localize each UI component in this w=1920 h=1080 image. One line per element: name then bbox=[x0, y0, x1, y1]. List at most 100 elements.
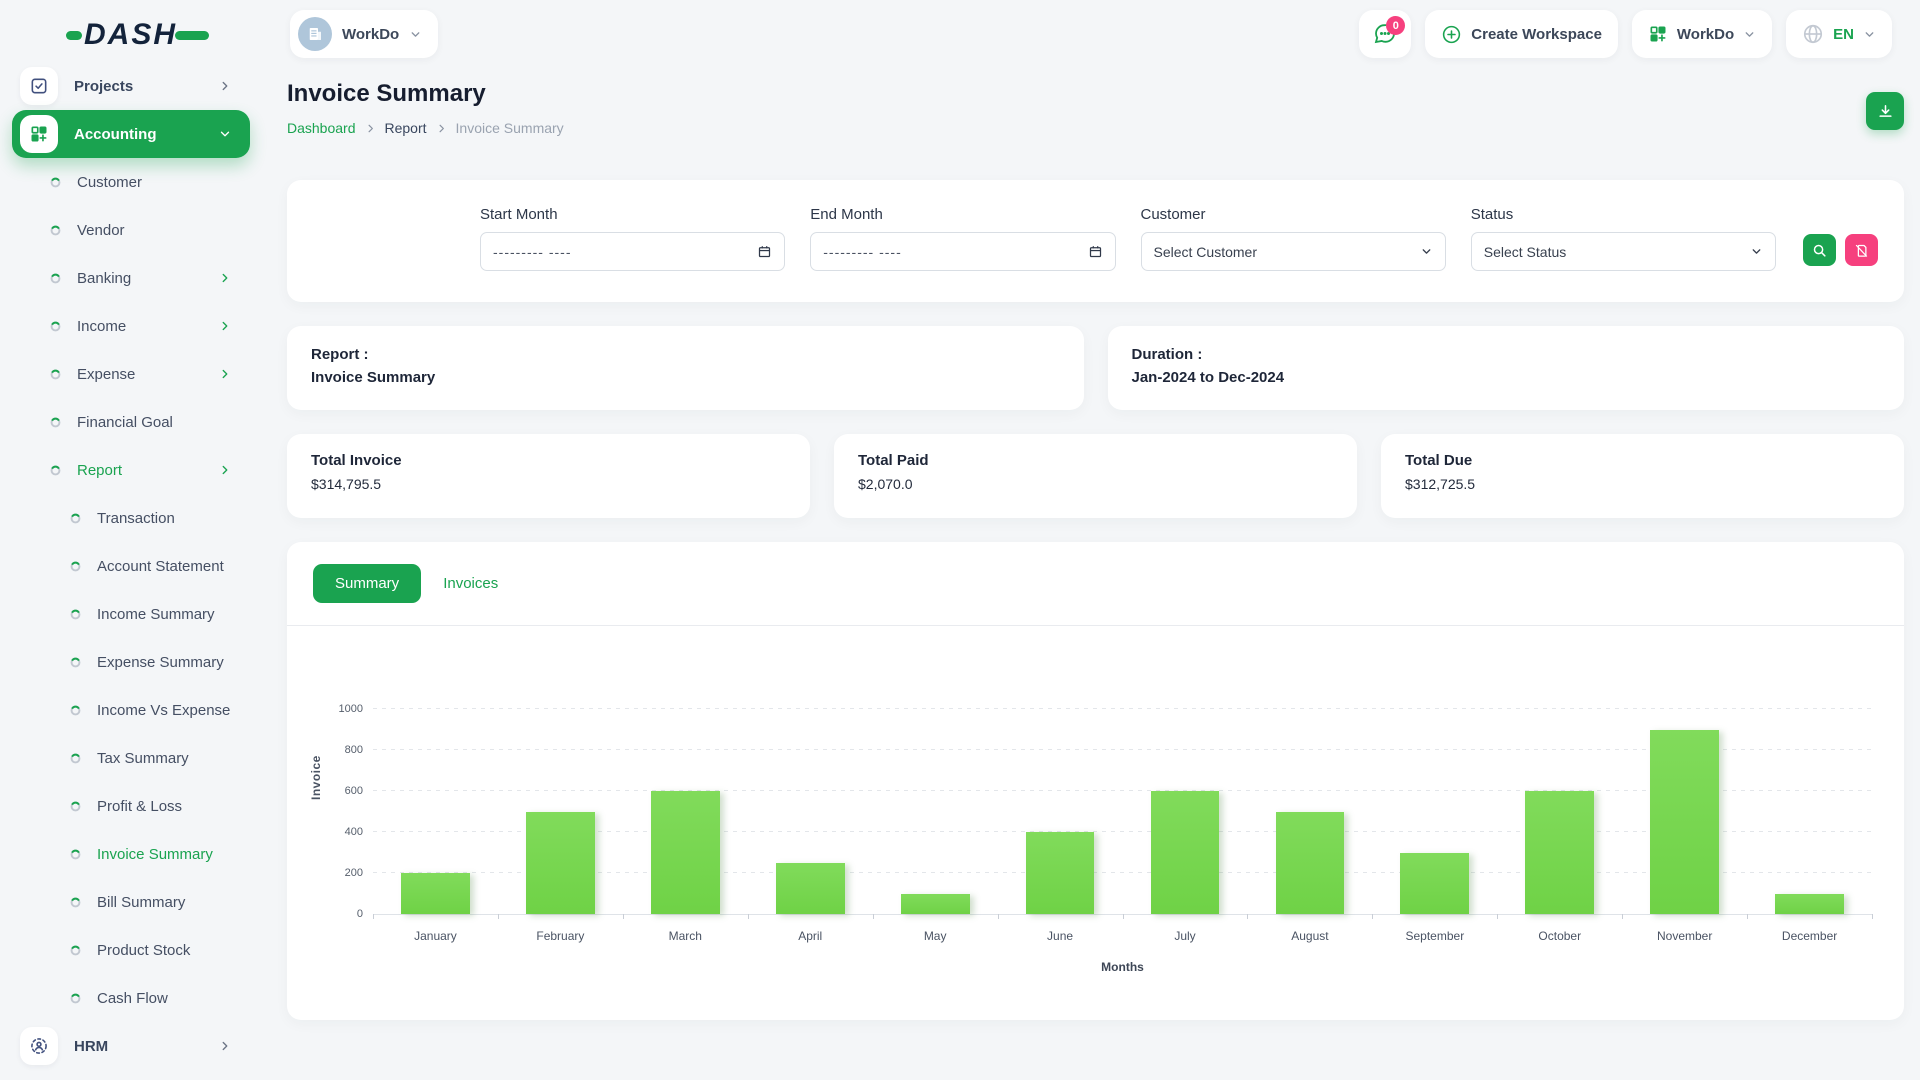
end-month-input[interactable]: --------- ---- bbox=[810, 232, 1115, 271]
y-tick-label-800: 800 bbox=[345, 744, 363, 756]
tab-invoices[interactable]: Invoices bbox=[443, 575, 498, 592]
duration-value: Jan-2024 to Dec-2024 bbox=[1132, 369, 1881, 386]
sidebar-item-report[interactable]: Report bbox=[12, 446, 250, 494]
grid-plus-icon bbox=[1648, 24, 1668, 44]
status-select[interactable]: Select Status bbox=[1471, 232, 1776, 271]
x-tick-label-april: April bbox=[748, 929, 873, 943]
breadcrumb-dashboard-link[interactable]: Dashboard bbox=[287, 120, 356, 136]
dash-logo[interactable]: DASH bbox=[66, 18, 209, 52]
sidebar-item-financial-goal[interactable]: Financial Goal bbox=[12, 398, 250, 446]
sidebar-item-banking[interactable]: Banking bbox=[12, 254, 250, 302]
bar-slot-november bbox=[1622, 709, 1747, 914]
start-month-label: Start Month bbox=[480, 206, 785, 223]
language-selector[interactable]: EN bbox=[1786, 10, 1892, 58]
sidebar-item-label: HRM bbox=[74, 1038, 108, 1055]
sidebar-item-account-statement[interactable]: Account Statement bbox=[12, 542, 250, 590]
bar-slot-march bbox=[623, 709, 748, 914]
y-tick-label-1000: 1000 bbox=[339, 703, 363, 715]
chevron-down-icon bbox=[1420, 245, 1433, 258]
sidebar-item-income-vs-expense[interactable]: Income Vs Expense bbox=[12, 686, 250, 734]
sidebar-item-expense[interactable]: Expense bbox=[12, 350, 250, 398]
bar-june bbox=[1026, 832, 1095, 914]
sidebar-item-label: Invoice Summary bbox=[97, 846, 213, 863]
reset-filter-button[interactable] bbox=[1845, 234, 1878, 266]
total-paid-card: Total Paid $2,070.0 bbox=[834, 434, 1357, 518]
sidebar-item-label: Customer bbox=[77, 174, 142, 191]
customer-select[interactable]: Select Customer bbox=[1141, 232, 1446, 271]
sidebar-item-income-summary[interactable]: Income Summary bbox=[12, 590, 250, 638]
chevron-right-icon bbox=[365, 123, 376, 134]
x-axis-title: Months bbox=[373, 960, 1872, 974]
bars-group bbox=[373, 709, 1872, 914]
report-info-row: Report : Invoice Summary Duration : Jan-… bbox=[287, 326, 1904, 410]
sidebar-item-cash-flow[interactable]: Cash Flow bbox=[12, 974, 250, 1022]
bar-slot-april bbox=[748, 709, 873, 914]
top-header: DASH WorkDo 0 Create Wo bbox=[0, 0, 1920, 70]
breadcrumb: Dashboard Report Invoice Summary bbox=[287, 120, 1904, 136]
sidebar-item-income[interactable]: Income bbox=[12, 302, 250, 350]
total-due-label: Total Due bbox=[1405, 452, 1880, 469]
create-workspace-button[interactable]: Create Workspace bbox=[1425, 10, 1618, 58]
chevron-down-icon bbox=[409, 28, 422, 41]
bar-september bbox=[1400, 853, 1469, 915]
bar-slot-september bbox=[1372, 709, 1497, 914]
workspace-chip[interactable]: WorkDo bbox=[290, 10, 438, 58]
search-icon bbox=[1812, 243, 1827, 258]
apply-filter-button[interactable] bbox=[1803, 234, 1836, 266]
workspace-name: WorkDo bbox=[342, 26, 399, 43]
sidebar-item-product-stock[interactable]: Product Stock bbox=[12, 926, 250, 974]
bar-slot-august bbox=[1247, 709, 1372, 914]
bullet-icon bbox=[70, 609, 81, 620]
x-axis-tick bbox=[1622, 914, 1623, 919]
messages-button[interactable]: 0 bbox=[1359, 10, 1411, 58]
sidebar-item-accounting[interactable]: Accounting bbox=[12, 110, 250, 158]
calendar-icon bbox=[757, 244, 772, 259]
bar-slot-may bbox=[873, 709, 998, 914]
total-paid-label: Total Paid bbox=[858, 452, 1333, 469]
sidebar-item-hrm[interactable]: HRM bbox=[12, 1022, 250, 1070]
bar-january bbox=[401, 873, 470, 914]
chevron-down-icon bbox=[1750, 245, 1763, 258]
x-axis-tick bbox=[373, 914, 374, 919]
sidebar-item-projects[interactable]: Projects bbox=[12, 62, 250, 110]
sidebar-item-expense-summary[interactable]: Expense Summary bbox=[12, 638, 250, 686]
workspace-avatar-building-icon bbox=[298, 17, 332, 51]
create-workspace-label: Create Workspace bbox=[1471, 26, 1602, 43]
header-actions: 0 Create Workspace WorkDo bbox=[1359, 10, 1892, 58]
status-select-value: Select Status bbox=[1484, 244, 1567, 260]
bar-march bbox=[651, 791, 720, 914]
bar-slot-june bbox=[998, 709, 1123, 914]
bullet-icon bbox=[50, 417, 61, 428]
sidebar-item-customer[interactable]: Customer bbox=[12, 158, 250, 206]
breadcrumb-report[interactable]: Report bbox=[385, 120, 427, 136]
report-value: Invoice Summary bbox=[311, 369, 1060, 386]
bullet-icon bbox=[70, 657, 81, 668]
workspace-switcher[interactable]: WorkDo bbox=[1632, 10, 1772, 58]
end-month-label: End Month bbox=[810, 206, 1115, 223]
sidebar-item-vendor[interactable]: Vendor bbox=[12, 206, 250, 254]
breadcrumb-current: Invoice Summary bbox=[456, 120, 564, 136]
tab-summary[interactable]: Summary bbox=[313, 564, 421, 603]
start-month-input[interactable]: --------- ---- bbox=[480, 232, 785, 271]
total-invoice-card: Total Invoice $314,795.5 bbox=[287, 434, 810, 518]
bar-february bbox=[526, 812, 595, 915]
logo-accent-dash bbox=[175, 31, 209, 40]
filter-card: Start Month --------- ---- End Month ---… bbox=[287, 180, 1904, 302]
report-name-card: Report : Invoice Summary bbox=[287, 326, 1084, 410]
chevron-down-icon bbox=[1863, 28, 1876, 41]
hrm-icon bbox=[20, 1027, 58, 1065]
sidebar-item-tax-summary[interactable]: Tax Summary bbox=[12, 734, 250, 782]
sidebar-item-transaction[interactable]: Transaction bbox=[12, 494, 250, 542]
sidebar-item-bill-summary[interactable]: Bill Summary bbox=[12, 878, 250, 926]
sidebar-item-invoice-summary[interactable]: Invoice Summary bbox=[12, 830, 250, 878]
bullet-icon bbox=[50, 273, 61, 284]
x-axis-tick bbox=[623, 914, 624, 919]
download-report-button[interactable] bbox=[1866, 92, 1904, 130]
sidebar-item-label: Product Stock bbox=[97, 942, 190, 959]
bullet-icon bbox=[50, 225, 61, 236]
x-axis-tick bbox=[1123, 914, 1124, 919]
sidebar-item-profit-loss[interactable]: Profit & Loss bbox=[12, 782, 250, 830]
sidebar-item-label: Expense bbox=[77, 366, 135, 383]
y-tick-label-0: 0 bbox=[357, 908, 363, 920]
plus-circle-icon bbox=[1441, 24, 1462, 45]
